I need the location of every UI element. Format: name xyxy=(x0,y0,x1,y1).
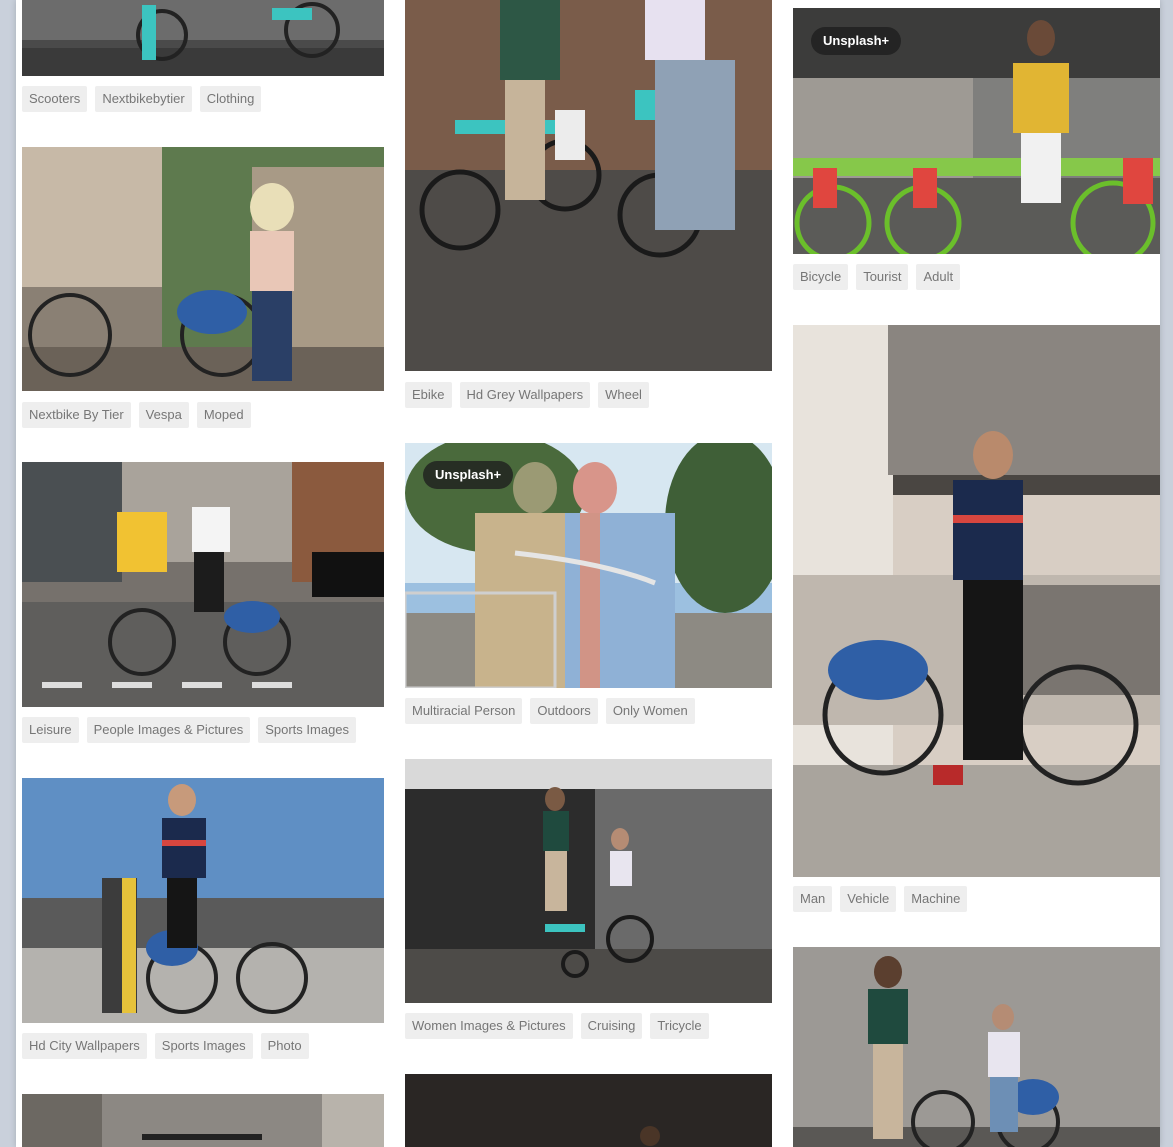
tag[interactable]: Multiracial Person xyxy=(405,698,523,724)
photo-card[interactable]: Unsplash+ xyxy=(793,8,1160,254)
tag-list: Women Images & Pictures Cruising Tricycl… xyxy=(405,1013,709,1039)
photo-card[interactable] xyxy=(405,759,772,1003)
tag[interactable]: Nextbikebytier xyxy=(95,86,192,112)
tag[interactable]: Tricycle xyxy=(650,1013,709,1039)
tag-list: Hd City Wallpapers Sports Images Photo xyxy=(22,1033,309,1059)
photo-card[interactable] xyxy=(793,947,1160,1147)
photo-card[interactable] xyxy=(22,1094,384,1147)
tag-list: Bicycle Tourist Adult xyxy=(793,264,961,290)
tag[interactable]: Scooters xyxy=(22,86,88,112)
tag[interactable]: Women Images & Pictures xyxy=(405,1013,573,1039)
tag[interactable]: Hd Grey Wallpapers xyxy=(459,382,591,408)
premium-badge: Unsplash+ xyxy=(423,461,514,489)
photo-card[interactable] xyxy=(405,0,772,371)
tag[interactable]: Moped xyxy=(196,402,251,428)
tag[interactable]: Machine xyxy=(904,886,968,912)
tag[interactable]: Leisure xyxy=(22,717,79,743)
tag[interactable]: Clothing xyxy=(199,86,262,112)
tag[interactable]: Sports Images xyxy=(154,1033,253,1059)
tag-list: Leisure People Images & Pictures Sports … xyxy=(22,717,357,743)
premium-badge: Unsplash+ xyxy=(811,27,902,55)
tag[interactable]: Outdoors xyxy=(530,698,598,724)
photo-card[interactable] xyxy=(22,462,384,707)
photo-card[interactable] xyxy=(793,325,1160,877)
tag[interactable]: Tourist xyxy=(856,264,909,290)
tag[interactable]: Sports Images xyxy=(258,717,357,743)
tag[interactable]: Vehicle xyxy=(840,886,897,912)
tag[interactable]: Nextbike By Tier xyxy=(22,402,131,428)
tag[interactable]: Bicycle xyxy=(793,264,849,290)
tag[interactable]: Wheel xyxy=(598,382,649,408)
tag[interactable]: People Images & Pictures xyxy=(86,717,251,743)
tag-list: Ebike Hd Grey Wallpapers Wheel xyxy=(405,382,649,408)
tag[interactable]: Photo xyxy=(260,1033,309,1059)
tag[interactable]: Vespa xyxy=(138,402,189,428)
tag-list: Scooters Nextbikebytier Clothing xyxy=(22,86,262,112)
tag[interactable]: Only Women xyxy=(605,698,695,724)
tag-list: Multiracial Person Outdoors Only Women xyxy=(405,698,695,724)
photo-card[interactable]: Unsplash+ xyxy=(405,443,772,688)
photo-card[interactable] xyxy=(22,778,384,1023)
tag[interactable]: Cruising xyxy=(580,1013,643,1039)
photo-card[interactable] xyxy=(405,1074,772,1147)
tag-list: Man Vehicle Machine xyxy=(793,886,968,912)
tag[interactable]: Ebike xyxy=(405,382,452,408)
tag[interactable]: Hd City Wallpapers xyxy=(22,1033,147,1059)
tag-list: Nextbike By Tier Vespa Moped xyxy=(22,402,251,428)
tag[interactable]: Adult xyxy=(916,264,961,290)
tag[interactable]: Man xyxy=(793,886,833,912)
photo-card[interactable] xyxy=(22,0,384,76)
photo-card[interactable] xyxy=(22,147,384,391)
photo-grid: Scooters Nextbikebytier Clothing Nextbik… xyxy=(16,0,1160,1147)
